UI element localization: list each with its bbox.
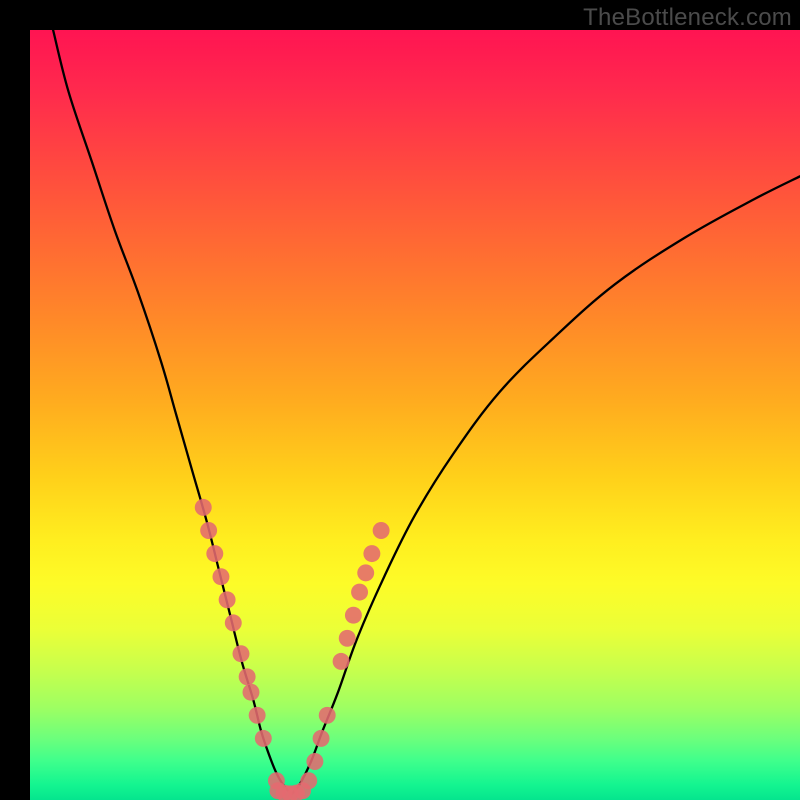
data-point xyxy=(219,591,236,608)
data-point xyxy=(373,522,390,539)
data-point xyxy=(300,772,317,789)
data-point xyxy=(249,707,266,724)
data-point xyxy=(212,568,229,585)
chart-svg xyxy=(30,30,800,800)
curve-right-branch xyxy=(292,176,800,794)
data-point xyxy=(225,614,242,631)
data-point xyxy=(206,545,223,562)
data-point xyxy=(339,630,356,647)
curve-left-branch xyxy=(53,30,292,794)
data-point xyxy=(351,584,368,601)
data-point xyxy=(200,522,217,539)
data-point xyxy=(255,730,272,747)
data-point xyxy=(363,545,380,562)
chart-frame: TheBottleneck.com xyxy=(0,0,800,800)
data-point xyxy=(313,730,330,747)
data-point xyxy=(357,564,374,581)
data-point xyxy=(333,653,350,670)
data-point xyxy=(319,707,336,724)
data-point xyxy=(239,668,256,685)
data-point xyxy=(345,607,362,624)
data-point xyxy=(243,684,260,701)
plot-area xyxy=(30,30,800,800)
data-point xyxy=(306,753,323,770)
data-point xyxy=(195,499,212,516)
watermark-text: TheBottleneck.com xyxy=(583,4,792,32)
data-point xyxy=(233,645,250,662)
